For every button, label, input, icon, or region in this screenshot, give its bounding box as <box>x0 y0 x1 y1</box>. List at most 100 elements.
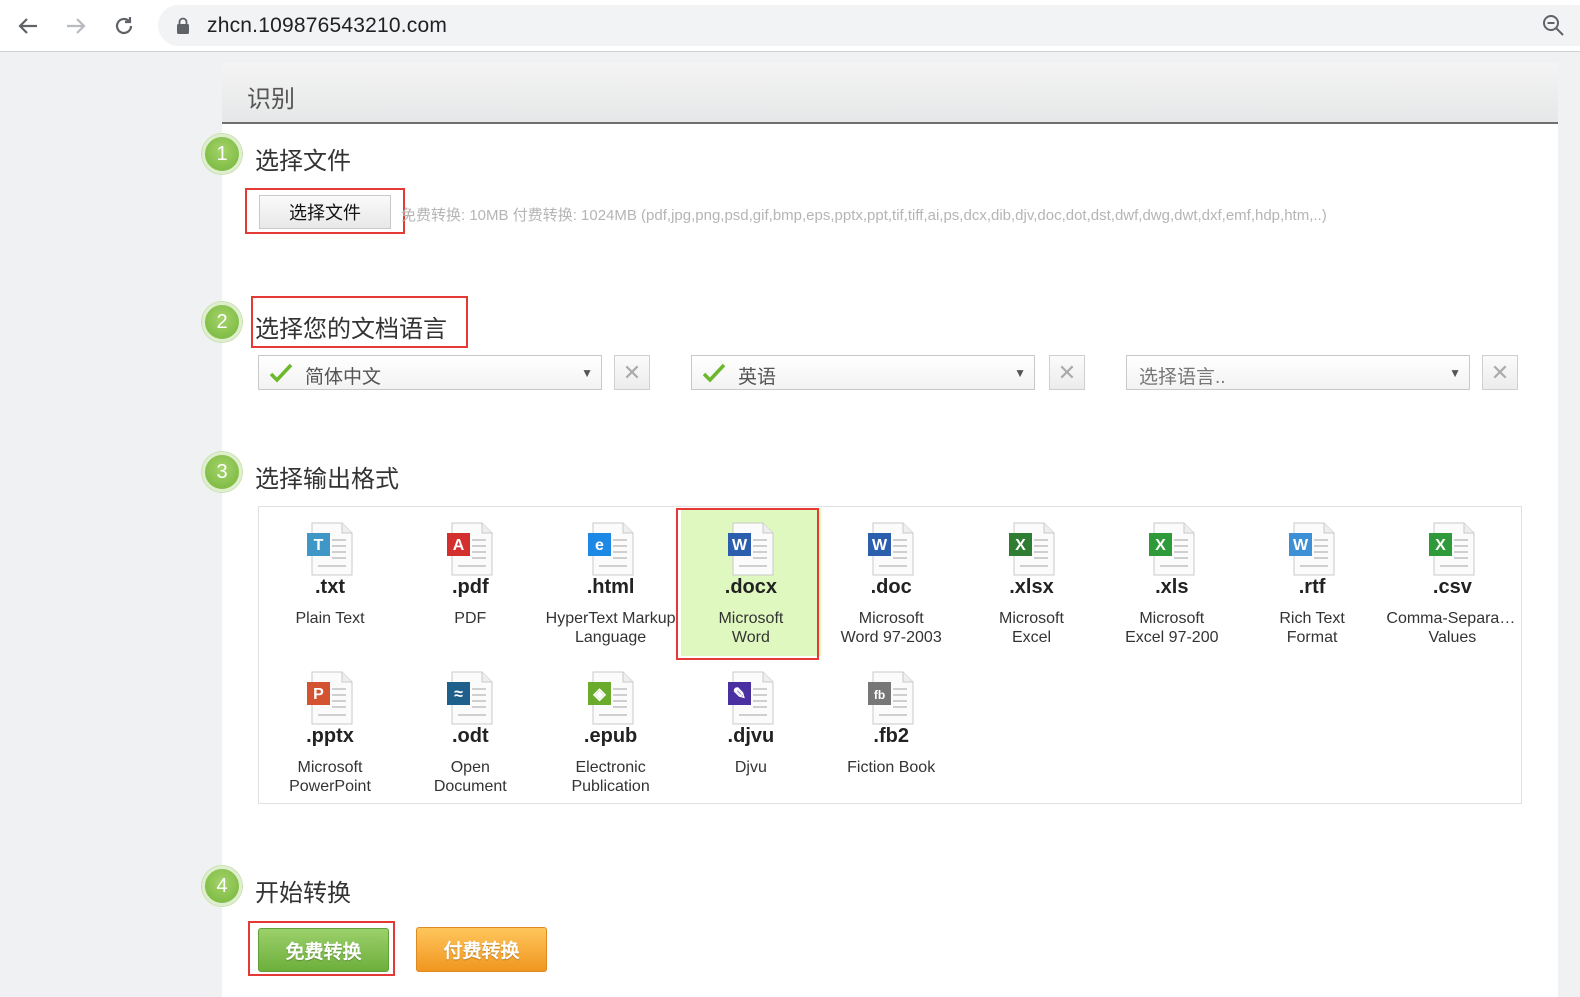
svg-text:fb: fb <box>874 688 885 702</box>
dropdown-arrow-icon: ▼ <box>1014 366 1026 380</box>
dropdown-arrow-icon: ▼ <box>1449 366 1461 380</box>
clear-language-2-button[interactable]: ✕ <box>1049 355 1085 390</box>
svg-text:◈: ◈ <box>592 686 606 703</box>
lock-icon <box>177 17 189 34</box>
language-value: 英语 <box>738 367 777 388</box>
format-option-odt[interactable]: ≈ .odt Open Document <box>400 657 540 805</box>
format-description-line-2: Format <box>1286 629 1338 646</box>
format-option-html[interactable]: e .html HyperText Markup Language <box>541 508 681 656</box>
highlight-box <box>251 296 468 348</box>
panel-header: 识别 <box>222 63 1558 124</box>
format-extension: .xlsx <box>1009 576 1054 598</box>
svg-text:e: e <box>595 537 604 554</box>
paid-convert-button[interactable]: 付费转换 <box>416 927 547 972</box>
format-extension: .djvu <box>727 725 775 747</box>
format-extension: .xls <box>1155 576 1189 598</box>
csv-file-icon: X <box>1429 522 1475 576</box>
clear-language-1-button[interactable]: ✕ <box>614 355 650 390</box>
format-option-rtf[interactable]: W .rtf Rich Text Format <box>1242 508 1382 656</box>
step-2-badge: 2 <box>202 302 242 342</box>
format-option-xls[interactable]: X .xls Microsoft Excel 97-200 <box>1102 508 1242 656</box>
format-option-doc[interactable]: W .doc Microsoft Word 97-2003 <box>821 508 961 656</box>
format-description-line-2: PowerPoint <box>289 778 371 795</box>
excel-file-icon: X <box>1148 522 1195 576</box>
zoom-icon[interactable] <box>1541 13 1567 39</box>
format-extension: .odt <box>451 725 489 747</box>
format-option-djvu[interactable]: ✎ .djvu Djvu <box>681 657 821 805</box>
format-extension: .html <box>586 576 635 598</box>
format-description-line-1: Microsoft <box>1139 610 1205 627</box>
format-option-pptx[interactable]: P .pptx Microsoft PowerPoint <box>260 657 400 805</box>
reload-icon[interactable] <box>108 10 140 42</box>
format-description-line-1: Plain Text <box>295 610 365 627</box>
check-icon <box>269 363 293 383</box>
format-description-line-2: Excel <box>1011 629 1052 646</box>
svg-text:A: A <box>453 537 465 554</box>
format-extension: .txt <box>315 576 345 598</box>
step-3-badge: 3 <box>202 452 242 492</box>
format-description-line-1: Microsoft <box>999 610 1064 627</box>
format-description-line-1: Microsoft <box>858 610 924 627</box>
back-arrow-icon[interactable] <box>12 10 44 42</box>
language-select-2[interactable]: 英语 ▼ <box>691 355 1035 390</box>
excel-file-icon: X <box>1008 522 1054 576</box>
format-description-line-1: PDF <box>454 610 487 627</box>
html-file-icon: e <box>587 522 634 576</box>
svg-text:W: W <box>1293 537 1309 554</box>
format-option-xlsx[interactable]: X .xlsx Microsoft Excel <box>962 508 1102 656</box>
url-text[interactable]: zhcn.109876543210.com <box>207 14 447 38</box>
forward-arrow-icon[interactable] <box>60 10 92 42</box>
step-1-title: 选择文件 <box>255 148 351 175</box>
format-description: Djvu <box>681 758 821 777</box>
svg-text:T: T <box>314 537 324 554</box>
format-description: Microsoft PowerPoint <box>260 758 400 796</box>
format-description: Microsoft Excel 97-200 <box>1102 609 1242 647</box>
format-description-line-1: Open <box>450 759 490 776</box>
format-option-fb2[interactable]: fb .fb2 Fiction Book <box>821 657 961 805</box>
odt-file-icon: ≈ <box>447 671 493 725</box>
format-extension: .csv <box>1432 576 1472 598</box>
format-description: HyperText Markup Language <box>541 609 681 647</box>
clear-language-3-button[interactable]: ✕ <box>1482 355 1518 390</box>
step-4-title: 开始转换 <box>255 880 351 907</box>
format-description-line-2: Language <box>575 629 647 646</box>
format-extension: .doc <box>870 576 912 598</box>
format-description-line-1: Microsoft <box>297 759 363 776</box>
address-bar[interactable]: zhcn.109876543210.com <box>158 5 1580 46</box>
pdf-file-icon: A <box>447 522 493 576</box>
format-description-line-1: Electronic <box>575 759 646 776</box>
format-description-line-1: Fiction Book <box>847 759 936 776</box>
choose-file-button[interactable]: 选择文件 <box>259 195 391 229</box>
check-icon <box>702 363 726 383</box>
format-option-epub[interactable]: ◈ .epub Electronic Publication <box>541 657 681 805</box>
format-description: Rich Text Format <box>1242 609 1382 647</box>
svg-text:W: W <box>872 537 888 554</box>
powerpoint-file-icon: P <box>307 671 353 725</box>
djvu-file-icon: ✎ <box>727 671 774 725</box>
format-description: Comma-Separated Values <box>1382 609 1522 647</box>
rtf-file-icon: W <box>1289 522 1335 576</box>
format-description: Electronic Publication <box>541 758 681 796</box>
language-select-1[interactable]: 简体中文 ▼ <box>258 355 602 390</box>
format-extension: .pdf <box>451 576 489 598</box>
panel-title: 识别 <box>247 86 295 113</box>
format-option-csv[interactable]: X .csv Comma-Separated Values <box>1382 508 1522 656</box>
text-file-icon: T <box>307 522 353 576</box>
highlight-box <box>676 508 819 660</box>
format-description: PDF <box>400 609 540 628</box>
format-extension: .rtf <box>1298 576 1326 598</box>
format-option-pdf[interactable]: A .pdf PDF <box>400 508 540 656</box>
free-convert-button[interactable]: 免费转换 <box>258 928 389 972</box>
language-select-3[interactable]: 选择语言.. ▼ <box>1126 355 1470 390</box>
format-option-txt[interactable]: T .txt Plain Text <box>260 508 400 656</box>
format-description-line-2: Values <box>1428 629 1477 646</box>
format-extension: .epub <box>583 725 638 747</box>
step-1-badge: 1 <box>202 134 242 174</box>
format-description-line-1: HyperText Markup <box>545 610 676 627</box>
svg-text:≈: ≈ <box>454 686 463 703</box>
output-format-grid: T .txt Plain Text A .pdf PDF e .html HyperText M… <box>258 506 1522 804</box>
format-description-line-2: Word 97-2003 <box>840 629 942 646</box>
svg-text:X: X <box>1015 537 1026 554</box>
word-file-icon: W <box>868 522 914 576</box>
fb2-file-icon: fb <box>868 671 914 725</box>
